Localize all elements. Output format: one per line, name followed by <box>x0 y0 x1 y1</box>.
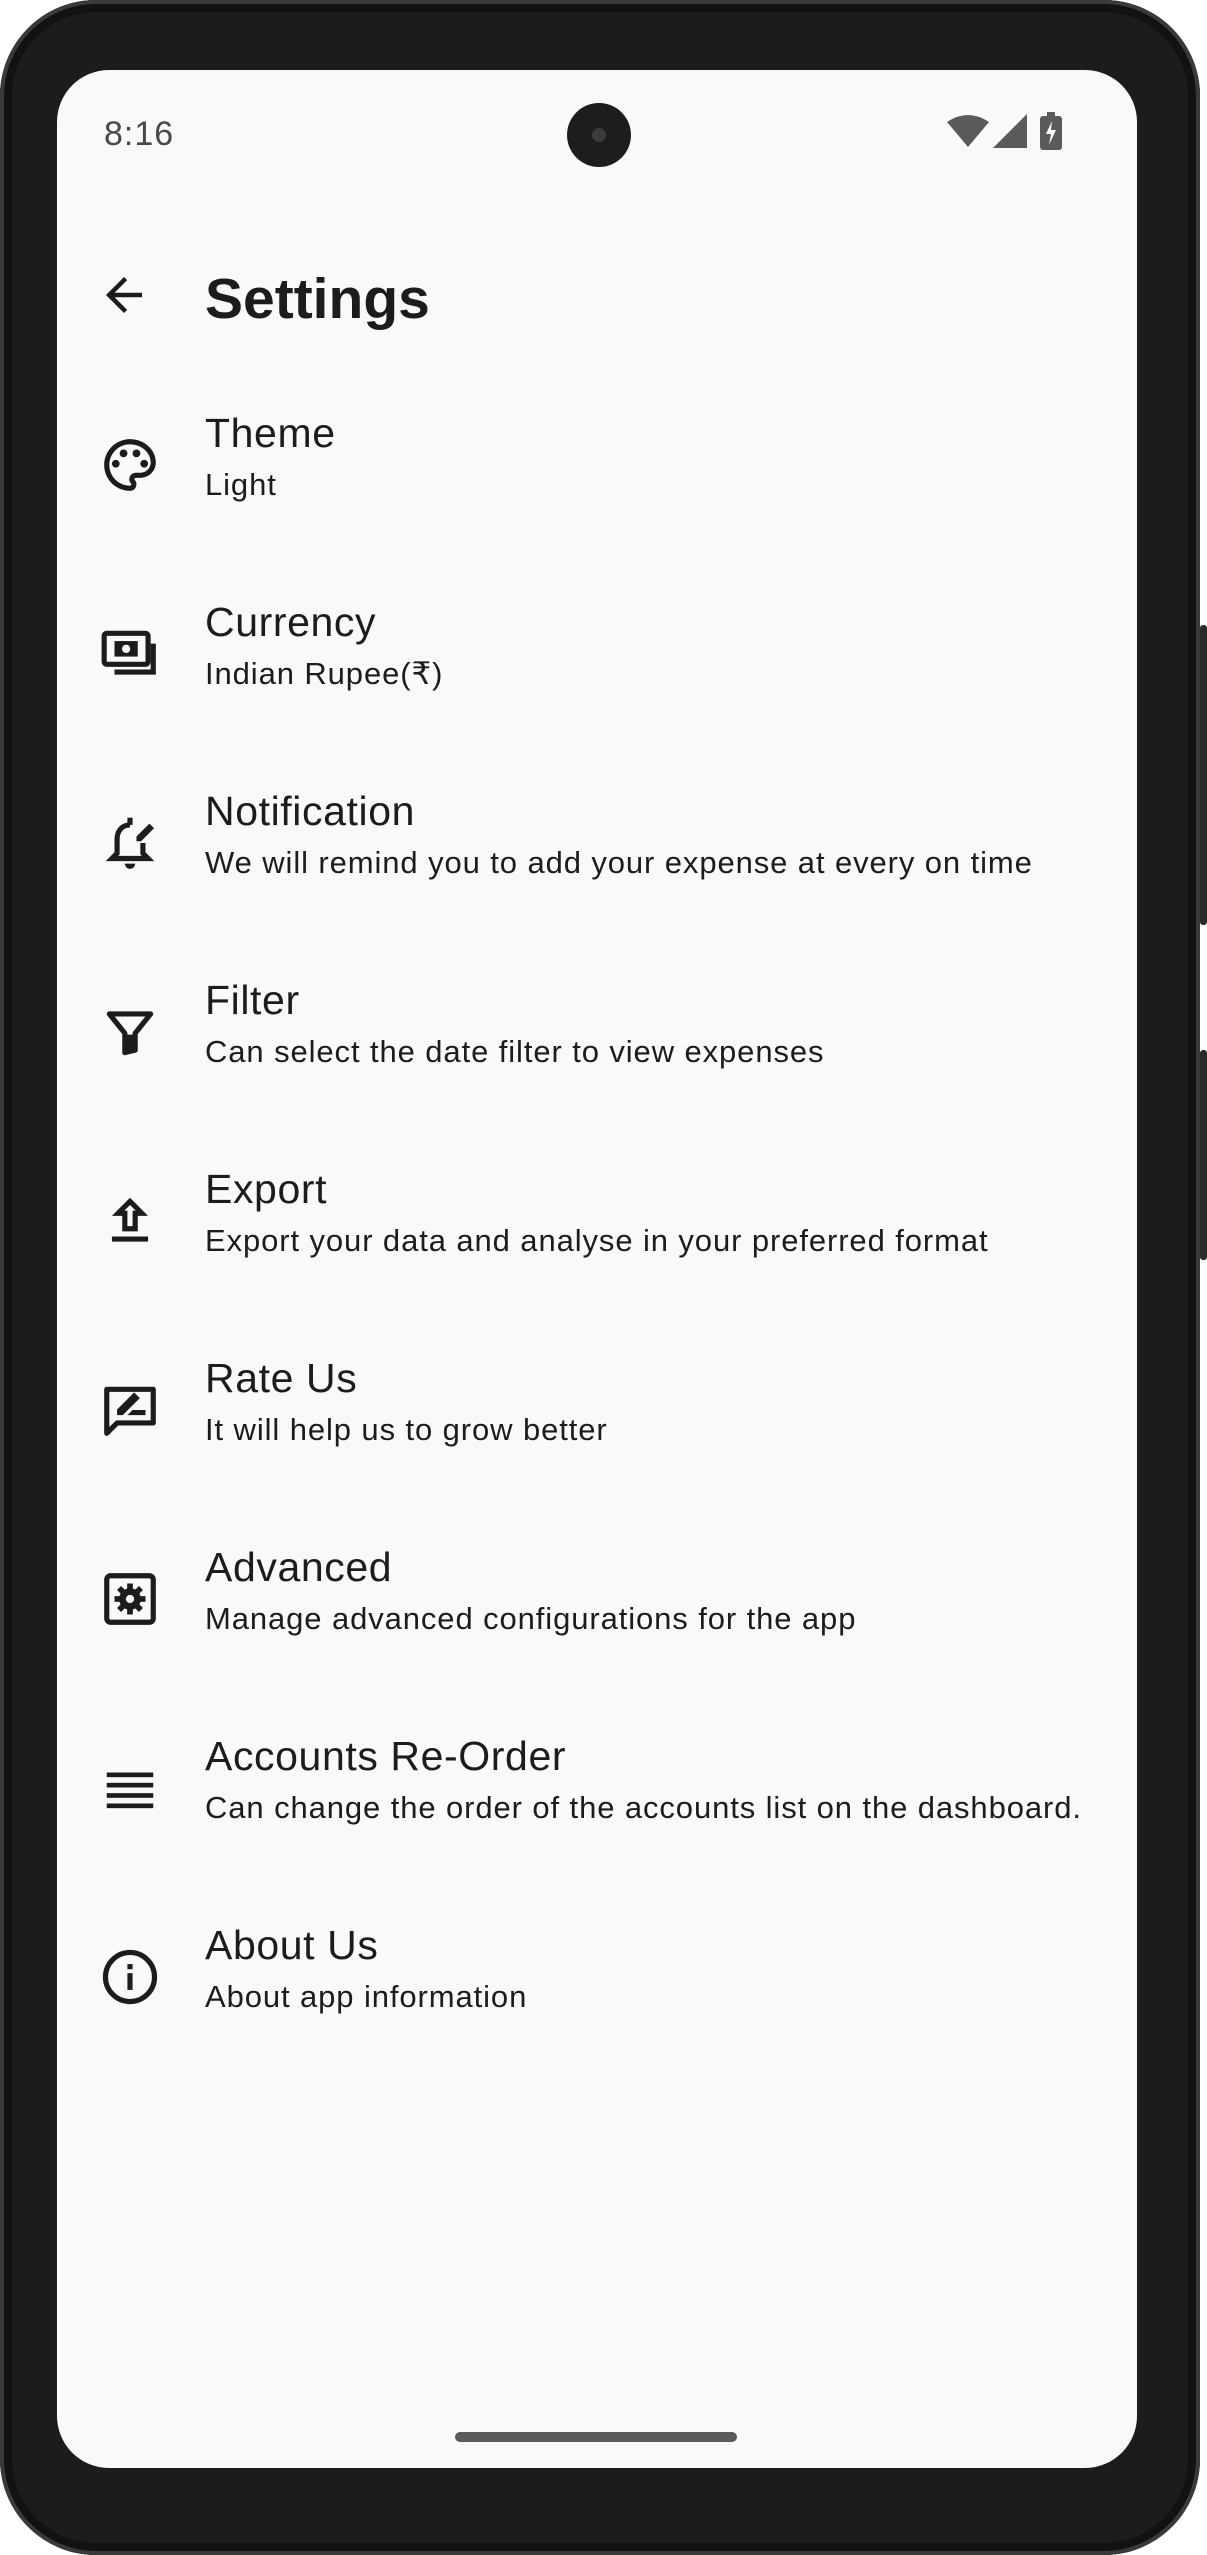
page-title: Settings <box>205 267 430 331</box>
reorder-icon <box>99 1757 161 1819</box>
setting-about-us[interactable]: About Us About app information <box>57 1922 1137 2111</box>
money-icon <box>99 623 161 685</box>
back-button[interactable] <box>81 252 167 338</box>
screen: 8:16 Settings Theme Light Currency India… <box>57 70 1137 2468</box>
upload-icon <box>99 1190 161 1252</box>
power-button <box>1200 1050 1207 1260</box>
filter-icon <box>99 1001 161 1063</box>
setting-subtitle: Indian Rupee(₹) <box>205 656 444 691</box>
setting-subtitle: About app information <box>205 1979 528 2014</box>
status-bar: 8:16 <box>57 70 1137 200</box>
setting-title: Filter <box>205 977 300 1023</box>
setting-subtitle: We will remind you to add your expense a… <box>205 845 1033 880</box>
setting-title: Advanced <box>205 1544 393 1590</box>
app-bar: Settings <box>57 240 1137 350</box>
setting-subtitle: Can select the date filter to view expen… <box>205 1034 825 1069</box>
arrow-back-icon <box>106 277 142 313</box>
setting-title: Currency <box>205 599 377 645</box>
front-camera <box>567 103 631 167</box>
info-icon <box>99 1946 161 2008</box>
setting-currency[interactable]: Currency Indian Rupee(₹) <box>57 599 1137 788</box>
home-indicator[interactable] <box>455 2432 737 2442</box>
palette-icon <box>99 434 161 496</box>
setting-title: Theme <box>205 410 336 456</box>
setting-title: About Us <box>205 1922 379 1968</box>
battery-charging-icon <box>1040 112 1062 150</box>
wifi-icon <box>947 115 989 147</box>
setting-title: Export <box>205 1166 328 1212</box>
setting-filter[interactable]: Filter Can select the date filter to vie… <box>57 977 1137 1166</box>
settings-applications-icon <box>99 1568 161 1630</box>
setting-subtitle: It will help us to grow better <box>205 1412 608 1447</box>
rate-review-icon <box>99 1379 161 1441</box>
setting-notification[interactable]: Notification We will remind you to add y… <box>57 788 1137 977</box>
setting-accounts-reorder[interactable]: Accounts Re-Order Can change the order o… <box>57 1733 1137 1922</box>
setting-subtitle: Manage advanced configurations for the a… <box>205 1601 857 1636</box>
status-time: 8:16 <box>104 115 175 153</box>
setting-advanced[interactable]: Advanced Manage advanced configurations … <box>57 1544 1137 1733</box>
cellular-signal-icon <box>993 114 1027 148</box>
setting-export[interactable]: Export Export your data and analyse in y… <box>57 1166 1137 1355</box>
setting-title: Rate Us <box>205 1355 358 1401</box>
setting-title: Notification <box>205 788 416 834</box>
setting-title: Accounts Re-Order <box>205 1733 567 1779</box>
setting-rate-us[interactable]: Rate Us It will help us to grow better <box>57 1355 1137 1544</box>
setting-theme[interactable]: Theme Light <box>57 410 1137 599</box>
volume-button <box>1200 625 1207 925</box>
setting-subtitle: Can change the order of the accounts lis… <box>205 1790 1082 1825</box>
setting-subtitle: Export your data and analyse in your pre… <box>205 1223 989 1258</box>
settings-list: Theme Light Currency Indian Rupee(₹) Not… <box>57 410 1137 2111</box>
notification-edit-icon <box>99 812 161 874</box>
setting-subtitle: Light <box>205 467 277 502</box>
